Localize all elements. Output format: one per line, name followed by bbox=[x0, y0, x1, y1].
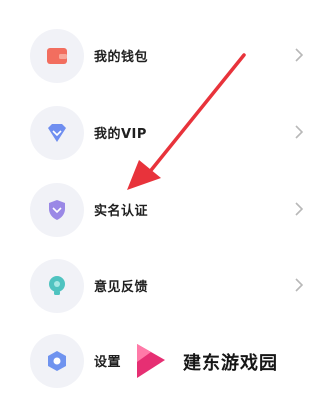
vip-diamond-icon bbox=[30, 106, 84, 160]
menu-item-label: 实名认证 bbox=[94, 204, 149, 219]
menu-item-label: 我的钱包 bbox=[94, 50, 149, 65]
menu-item-label: 意见反馈 bbox=[94, 280, 149, 295]
chevron-right-icon bbox=[295, 48, 303, 62]
chevron-right-icon bbox=[295, 278, 303, 292]
gear-icon bbox=[30, 334, 84, 388]
watermark-logo-icon bbox=[137, 344, 165, 378]
menu-item-vip[interactable]: 我的VIP bbox=[0, 100, 320, 166]
watermark-text: 建东游戏园 bbox=[183, 353, 278, 374]
menu-item-label: 设置 bbox=[94, 355, 122, 370]
menu-item-verification[interactable]: 实名认证 bbox=[0, 177, 320, 243]
menu-item-label: 我的VIP bbox=[94, 127, 147, 142]
menu-item-wallet[interactable]: 我的钱包 bbox=[0, 23, 320, 89]
watermark: 建东游戏园 bbox=[121, 334, 320, 388]
shield-icon bbox=[30, 183, 84, 237]
wallet-icon bbox=[30, 29, 84, 83]
chevron-right-icon bbox=[295, 125, 303, 139]
chevron-right-icon bbox=[295, 202, 303, 216]
lightbulb-icon bbox=[30, 259, 84, 313]
menu-item-feedback[interactable]: 意见反馈 bbox=[0, 253, 320, 319]
